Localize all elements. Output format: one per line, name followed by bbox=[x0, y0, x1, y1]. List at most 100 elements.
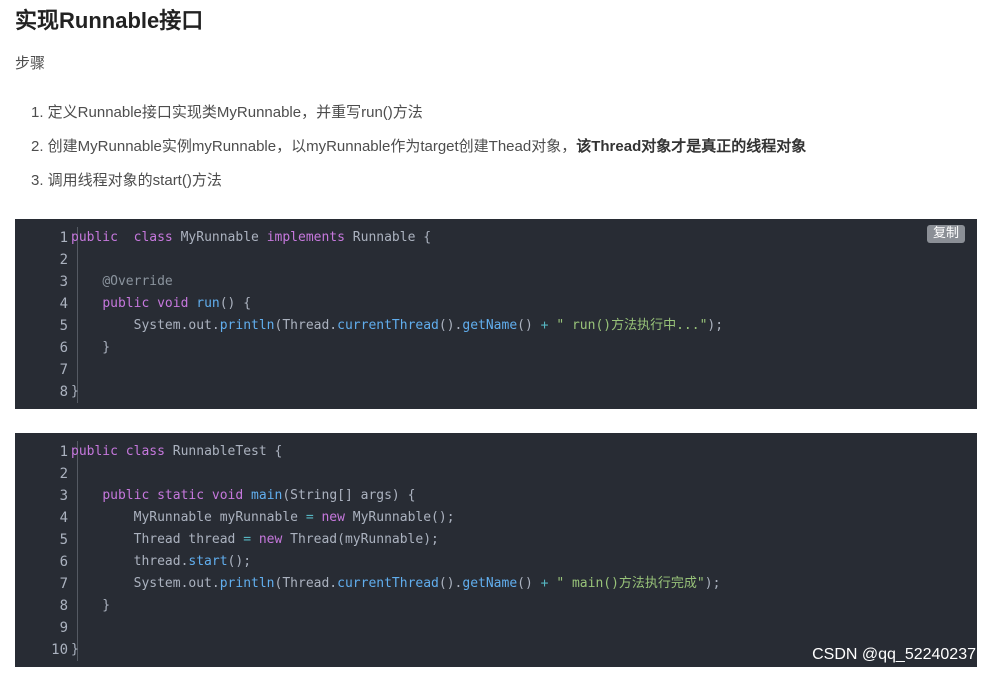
code-token: run bbox=[196, 296, 220, 311]
code-lines: public class MyRunnable implements Runna… bbox=[71, 227, 723, 403]
step-text: 3. 调用线程对象的start()方法 bbox=[31, 172, 222, 189]
code-token: start bbox=[188, 554, 228, 569]
step-item: 1. 定义Runnable接口实现类MyRunnable，并重写run()方法 bbox=[31, 103, 806, 137]
code-token: println bbox=[219, 576, 275, 591]
code-token: thread. bbox=[71, 554, 189, 569]
line-number: 3 bbox=[59, 488, 68, 504]
code-line: @Override bbox=[71, 271, 723, 293]
code-token: (Thread. bbox=[274, 576, 338, 591]
code-token: (). bbox=[438, 318, 463, 333]
code-token: public bbox=[102, 488, 150, 503]
code-token: public bbox=[71, 230, 118, 245]
code-line: } bbox=[71, 381, 723, 403]
code-token: = bbox=[305, 510, 314, 525]
code-line: public void run() { bbox=[71, 293, 723, 315]
code-line: Thread thread = new Thread(myRunnable); bbox=[71, 529, 720, 551]
code-token: () bbox=[517, 576, 541, 591]
line-number: 2 bbox=[59, 252, 68, 268]
code-token: main bbox=[251, 488, 283, 503]
code-token: () bbox=[517, 318, 541, 333]
line-number: 7 bbox=[59, 362, 68, 378]
code-line: } bbox=[71, 337, 723, 359]
code-token: RunnableTest { bbox=[164, 444, 283, 459]
line-number: 10 bbox=[51, 642, 68, 658]
code-line: } bbox=[71, 595, 720, 617]
code-token: } bbox=[71, 598, 111, 613]
code-line: public class MyRunnable implements Runna… bbox=[71, 227, 723, 249]
code-token: () { bbox=[219, 296, 252, 311]
page-title: 实现Runnable接口 bbox=[15, 8, 204, 33]
code-token: static bbox=[157, 488, 205, 503]
code-line: } bbox=[71, 639, 720, 661]
code-token: currentThread bbox=[337, 576, 439, 591]
code-token: @Override bbox=[102, 274, 173, 289]
code-token: System.out. bbox=[71, 318, 220, 333]
line-number: 4 bbox=[59, 296, 68, 312]
code-block-runnabletest: 1 2 3 4 5 6 7 8 9 10 public class RunnableTest { … bbox=[15, 433, 977, 667]
code-token: new bbox=[321, 510, 345, 525]
line-number: 3 bbox=[59, 274, 68, 290]
code-token: } bbox=[71, 340, 111, 355]
code-token: MyRunnable myRunnable bbox=[71, 510, 306, 525]
code-line: MyRunnable myRunnable = new MyRunnable()… bbox=[71, 507, 720, 529]
line-number: 2 bbox=[59, 466, 68, 482]
code-token: MyRunnable(); bbox=[344, 510, 455, 525]
step-bold-text: 该Thread对象才是真正的线程对象 bbox=[576, 138, 807, 155]
code-token: Runnable { bbox=[344, 230, 432, 245]
copy-button[interactable]: 复制 bbox=[926, 225, 965, 243]
line-number: 9 bbox=[59, 620, 68, 636]
line-number-gutter: 1 2 3 4 5 6 7 8 bbox=[15, 227, 78, 403]
code-token: } bbox=[71, 384, 79, 399]
line-number: 1 bbox=[59, 230, 68, 246]
code-token: getName bbox=[462, 576, 518, 591]
line-number: 5 bbox=[59, 532, 68, 548]
code-token: currentThread bbox=[337, 318, 439, 333]
code-token: class bbox=[125, 444, 165, 459]
code-token: MyRunnable bbox=[172, 230, 267, 245]
code-token: void bbox=[211, 488, 244, 503]
line-number: 4 bbox=[59, 510, 68, 526]
line-number: 6 bbox=[59, 340, 68, 356]
code-token: Thread(myRunnable); bbox=[282, 532, 439, 547]
csdn-watermark: CSDN @qq_52240237 bbox=[812, 646, 976, 663]
code-token: Thread thread bbox=[71, 532, 244, 547]
steps-heading: 步骤 bbox=[15, 55, 46, 72]
step-text: 1. 定义Runnable接口实现类MyRunnable，并重写run()方法 bbox=[31, 104, 423, 121]
line-number: 7 bbox=[59, 576, 68, 592]
code-lines: public class RunnableTest { public stati… bbox=[71, 441, 720, 661]
steps-list: 1. 定义Runnable接口实现类MyRunnable，并重写run()方法 … bbox=[31, 103, 806, 205]
code-token: System.out. bbox=[71, 576, 220, 591]
code-token: " main()方法执行完成" bbox=[556, 576, 705, 591]
code-block-myrunnable: 1 2 3 4 5 6 7 8 public class MyRunnable impleme… bbox=[15, 219, 977, 409]
code-token: getName bbox=[462, 318, 518, 333]
code-line: System.out.println(Thread.currentThread(… bbox=[71, 315, 723, 337]
code-token: class bbox=[133, 230, 173, 245]
code-token: new bbox=[258, 532, 283, 547]
line-number: 6 bbox=[59, 554, 68, 570]
step-item: 2. 创建MyRunnable实例myRunnable，以myRunnable作… bbox=[31, 137, 806, 171]
code-token: } bbox=[71, 642, 79, 657]
code-line: public static void main(String[] args) { bbox=[71, 485, 720, 507]
code-line: System.out.println(Thread.currentThread (… bbox=[71, 573, 721, 595]
code-token: ); bbox=[704, 576, 721, 591]
line-number: 5 bbox=[59, 318, 68, 334]
code-token: (Thread. bbox=[274, 318, 338, 333]
code-token: = bbox=[243, 532, 252, 547]
line-number: 8 bbox=[59, 598, 68, 614]
code-token: println bbox=[219, 318, 275, 333]
code-token: implements bbox=[266, 230, 345, 245]
code-token: (String[] args) { bbox=[282, 488, 416, 503]
